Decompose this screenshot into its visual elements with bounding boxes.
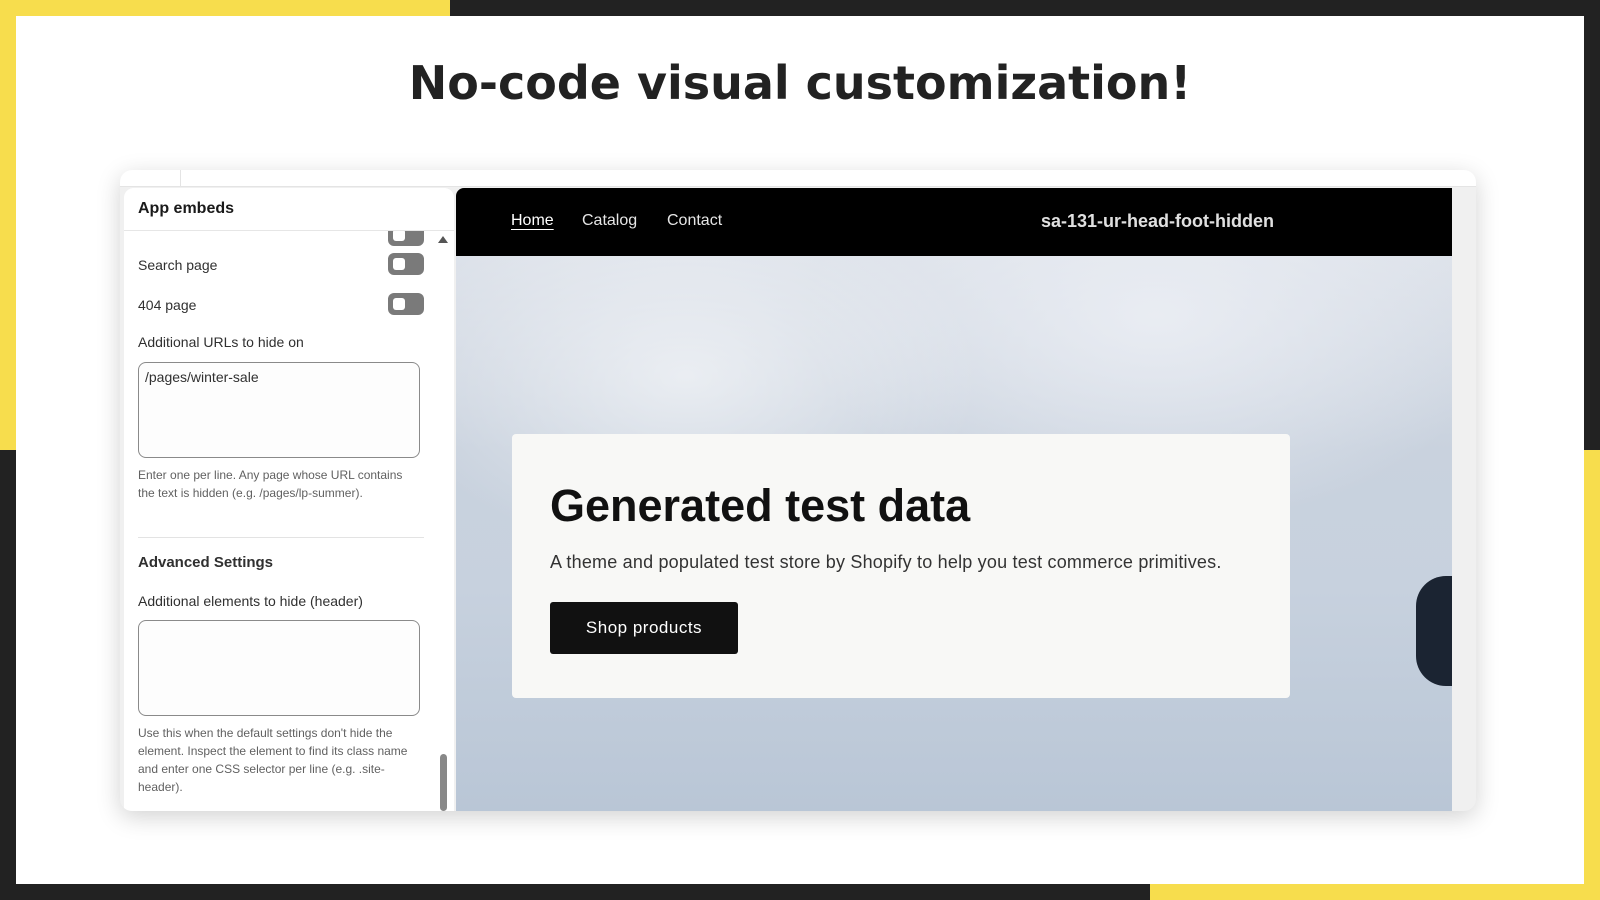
nav-link-catalog[interactable]: Catalog — [582, 212, 637, 230]
page-heading: No-code visual customization! — [408, 56, 1192, 110]
urls-help-text: Enter one per line. Any page whose URL c… — [138, 468, 403, 500]
header-elements-textarea[interactable] — [138, 620, 420, 716]
app-embeds-sidebar: App embeds Search page 404 page Addition… — [124, 188, 454, 811]
store-preview: Home Catalog Contact sa-131-ur-head-foot… — [456, 188, 1452, 811]
scrollbar-thumb[interactable] — [440, 754, 447, 811]
header-elements-label: Additional elements to hide (header) — [138, 593, 363, 609]
hero-image-figure — [1416, 576, 1452, 686]
scroll-up-arrow-icon[interactable] — [438, 236, 448, 243]
toggle-404-page[interactable] — [388, 293, 424, 315]
toggle-label-404-page: 404 page — [138, 297, 197, 313]
urls-label: Additional URLs to hide on — [138, 334, 304, 350]
screenshot-frame: App embeds Search page 404 page Addition… — [120, 170, 1476, 811]
hero-card: Generated test data A theme and populate… — [512, 434, 1290, 698]
sidebar-header: App embeds — [124, 188, 454, 231]
urls-textarea[interactable]: /pages/winter-sale — [138, 362, 420, 458]
decorative-corner-right — [1584, 450, 1600, 900]
store-header: Home Catalog Contact sa-131-ur-head-foot… — [456, 188, 1452, 256]
decorative-corner-top-left — [0, 0, 450, 16]
toggle-search-page[interactable] — [388, 253, 424, 275]
decorative-corner-left — [0, 0, 16, 450]
hero-banner: Generated test data A theme and populate… — [456, 256, 1452, 811]
sidebar-title: App embeds — [138, 200, 235, 217]
nav-link-home[interactable]: Home — [511, 212, 554, 230]
slide-canvas: No-code visual customization! App embeds… — [16, 16, 1584, 884]
editor-top-bar — [120, 170, 1476, 187]
toggle-knob — [393, 298, 405, 310]
shop-products-button[interactable]: Shop products — [550, 602, 738, 654]
store-name[interactable]: sa-131-ur-head-foot-hidden — [1041, 211, 1274, 232]
toggle-knob — [393, 258, 405, 270]
advanced-settings-title: Advanced Settings — [138, 554, 274, 571]
hero-title: Generated test data — [550, 480, 971, 531]
decorative-corner-bottom-right — [1150, 884, 1600, 900]
nav-link-contact[interactable]: Contact — [667, 212, 722, 230]
toggle-label-search-page: Search page — [138, 257, 218, 273]
section-divider — [138, 537, 424, 538]
hero-subtitle: A theme and populated test store by Shop… — [550, 552, 1222, 572]
header-elements-help-text: Use this when the default settings don't… — [138, 726, 408, 794]
